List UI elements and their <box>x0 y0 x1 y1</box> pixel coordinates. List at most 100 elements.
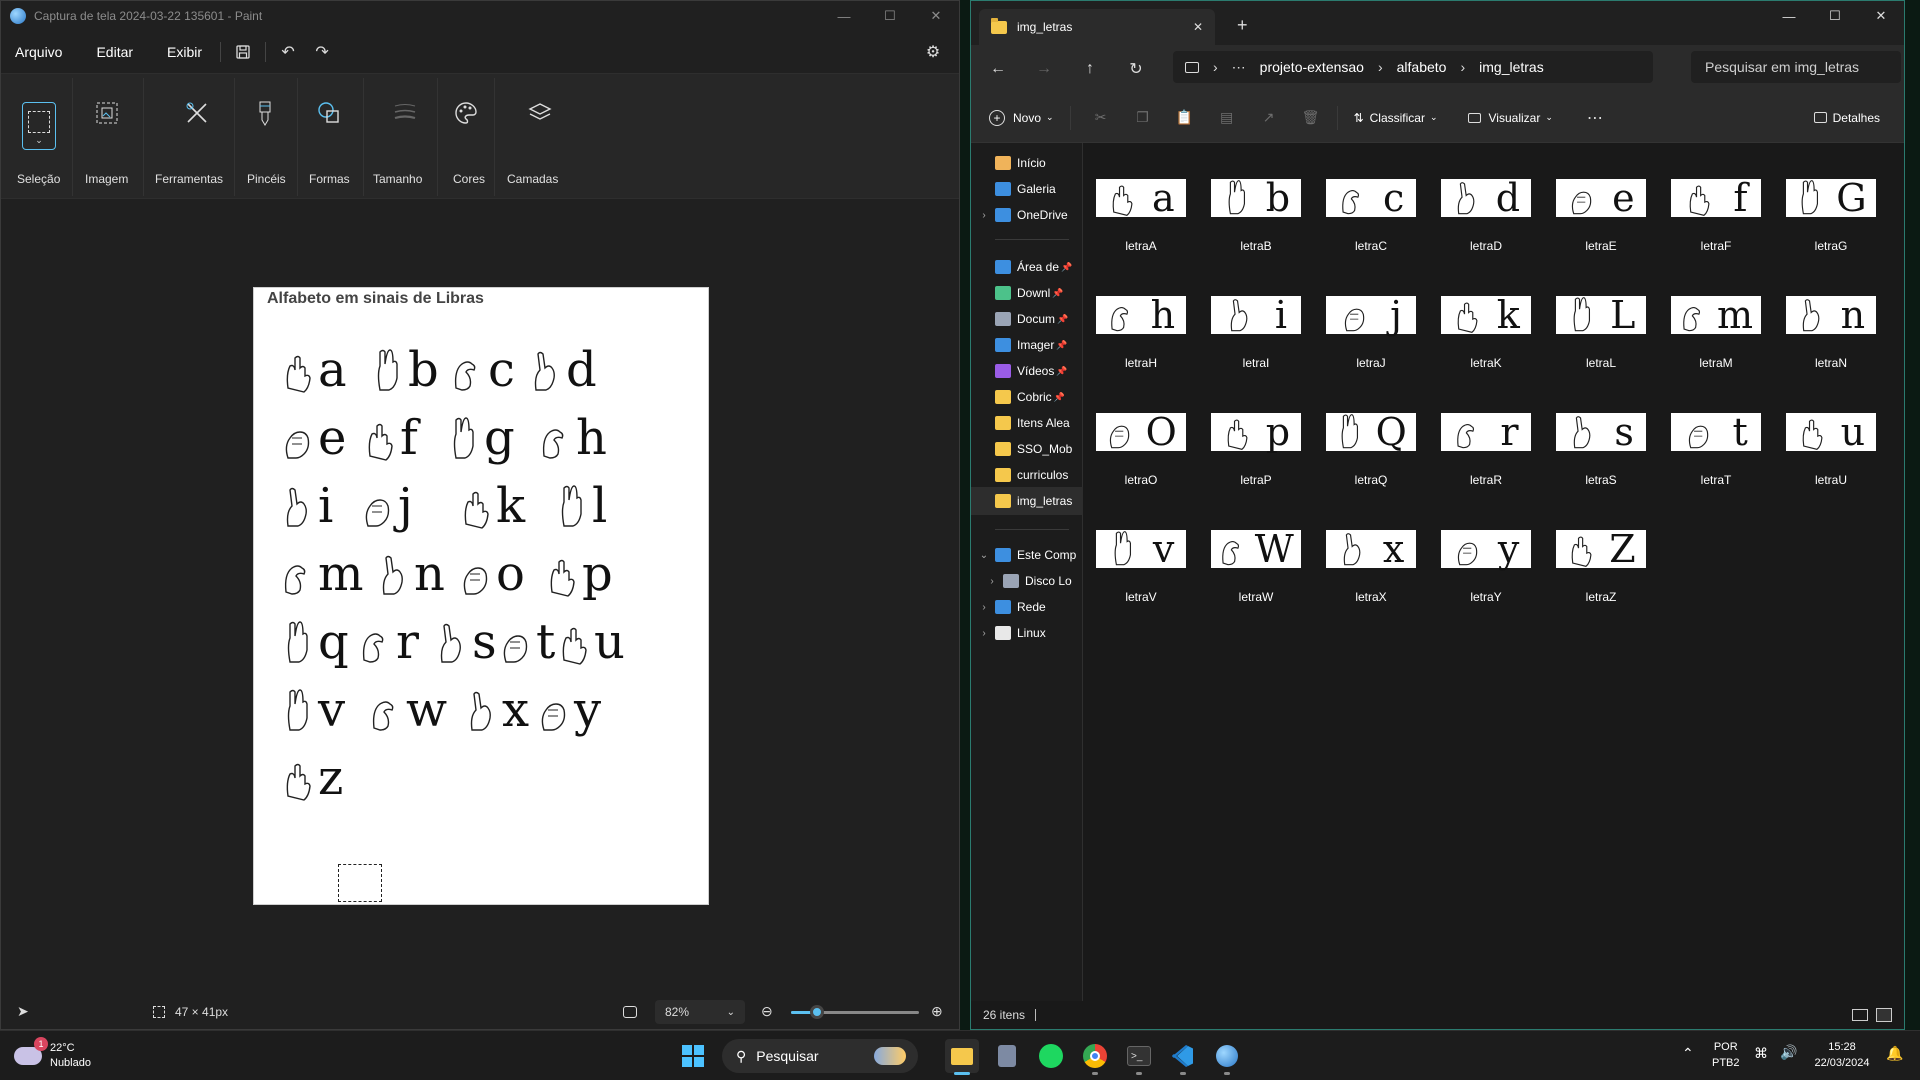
sidebar-item-linux[interactable]: › Linux <box>971 619 1083 647</box>
rename-icon[interactable]: ▤ <box>1215 106 1239 130</box>
sort-button[interactable]: ⇅ Classificar ⌄ <box>1354 111 1438 125</box>
file-item[interactable]: e letraE <box>1553 151 1649 253</box>
file-item[interactable]: y letraY <box>1438 502 1534 604</box>
terminal-icon[interactable]: >_ <box>1122 1039 1156 1075</box>
file-item[interactable]: x letraX <box>1323 502 1419 604</box>
ribbon-selecao[interactable]: ⌄ Seleção <box>17 74 61 200</box>
sidebar-item-rede[interactable]: › Rede <box>971 593 1083 621</box>
wifi-icon[interactable]: ⌘ <box>1754 1045 1768 1062</box>
search-input[interactable]: Pesquisar em img_letras <box>1691 51 1901 83</box>
file-item[interactable]: p letraP <box>1208 385 1304 487</box>
sidebar-item-sso-mob[interactable]: SSO_Mob <box>971 435 1083 463</box>
sidebar-item-curriculos[interactable]: curriculos <box>971 461 1083 489</box>
menu-exibir[interactable]: Exibir <box>157 44 212 60</box>
sidebar-item-onedrive[interactable]: › OneDrive <box>971 201 1083 229</box>
address-bar[interactable]: › ⋯ projeto-extensao › alfabeto › img_le… <box>1173 51 1653 83</box>
ribbon-camadas[interactable]: Camadas <box>505 74 558 200</box>
paint-canvas-area[interactable]: Alfabeto em sinais de Libras abcdefghijk… <box>1 199 959 996</box>
close-button[interactable]: ✕ <box>913 1 959 31</box>
ribbon-cores[interactable]: Cores <box>451 74 485 200</box>
clock[interactable]: 15:28 22/03/2024 <box>1810 1039 1874 1071</box>
forward-arrow-icon[interactable]: → <box>1023 51 1065 87</box>
fit-view-icon[interactable] <box>623 1005 637 1018</box>
file-item[interactable]: h letraH <box>1093 268 1189 370</box>
delete-icon[interactable]: 🗑 <box>1299 106 1323 130</box>
tab-close-icon[interactable]: ✕ <box>1193 20 1203 34</box>
start-button[interactable] <box>676 1039 710 1073</box>
chrome-icon[interactable] <box>1078 1039 1112 1075</box>
maximize-button[interactable]: ☐ <box>1812 1 1858 31</box>
settings-gear-icon[interactable]: ⚙ <box>919 38 947 66</box>
chevron-icon[interactable]: › <box>985 576 999 587</box>
paint-taskbar-icon[interactable] <box>1210 1039 1244 1075</box>
details-view-icon[interactable] <box>1852 1009 1868 1021</box>
file-item[interactable]: a letraA <box>1093 151 1189 253</box>
file-item[interactable]: j letraJ <box>1323 268 1419 370</box>
sidebar-item-docum[interactable]: Docum 📌 <box>971 305 1083 333</box>
menu-editar[interactable]: Editar <box>86 44 143 60</box>
paste-icon[interactable]: 📋 <box>1173 106 1197 130</box>
redo-icon[interactable]: ↷ <box>308 38 336 66</box>
sidebar-item-este-comp[interactable]: ⌄ Este Comp <box>971 541 1083 569</box>
sidebar-item-img-letras[interactable]: img_letras <box>971 487 1083 515</box>
sidebar-item-itens-alea[interactable]: Itens Alea <box>971 409 1083 437</box>
taskbar-search[interactable]: ⚲ Pesquisar <box>722 1039 918 1073</box>
large-icons-view-icon[interactable] <box>1876 1008 1892 1022</box>
ribbon-pinceis[interactable]: Pincéis <box>245 74 286 200</box>
cut-icon[interactable]: ✂ <box>1089 106 1113 130</box>
back-arrow-icon[interactable]: ← <box>977 51 1019 87</box>
document-canvas[interactable]: Alfabeto em sinais de Libras abcdefghijk… <box>253 287 709 905</box>
file-item[interactable]: c letraC <box>1323 151 1419 253</box>
sidebar-item-cobric[interactable]: Cobric 📌 <box>971 383 1083 411</box>
file-item[interactable]: k letraK <box>1438 268 1534 370</box>
file-item[interactable]: OletraO <box>1093 385 1189 487</box>
chevron-icon[interactable]: ⌄ <box>977 550 991 561</box>
file-item[interactable]: WletraW <box>1208 502 1304 604</box>
sidebar-item-galeria[interactable]: Galeria <box>971 175 1083 203</box>
zoom-slider[interactable] <box>791 1005 919 1019</box>
sidebar-item-v-deos[interactable]: Vídeos 📌 <box>971 357 1083 385</box>
sidebar-item-disco-lo[interactable]: › Disco Lo <box>971 567 1083 595</box>
view-button[interactable]: Visualizar ⌄ <box>1467 111 1553 125</box>
undo-icon[interactable]: ↶ <box>274 38 302 66</box>
chevron-icon[interactable]: › <box>977 210 991 221</box>
file-item[interactable]: LletraL <box>1553 268 1649 370</box>
menu-arquivo[interactable]: Arquivo <box>5 44 72 60</box>
ribbon-tamanho[interactable]: Tamanho <box>373 74 427 200</box>
file-item[interactable]: t letraT <box>1668 385 1764 487</box>
breadcrumb-item[interactable]: alfabeto <box>1397 59 1447 75</box>
vscode-icon[interactable] <box>1166 1039 1200 1075</box>
chevron-icon[interactable]: › <box>977 602 991 613</box>
file-item[interactable]: QletraQ <box>1323 385 1419 487</box>
up-arrow-icon[interactable]: ↑ <box>1069 51 1111 87</box>
file-item[interactable]: v letraV <box>1093 502 1189 604</box>
sidebar-item-downl[interactable]: Downl 📌 <box>971 279 1083 307</box>
file-item[interactable]: GletraG <box>1783 151 1879 253</box>
file-item[interactable]: ZletraZ <box>1553 502 1649 604</box>
calculator-icon[interactable] <box>990 1039 1024 1073</box>
zoom-slider-thumb[interactable] <box>810 1005 825 1019</box>
weather-widget[interactable]: 1 22°C Nublado <box>14 1037 91 1073</box>
zoom-out-icon[interactable]: ⊖ <box>761 1003 773 1020</box>
explorer-tab[interactable]: img_letras ✕ <box>979 9 1215 45</box>
close-button[interactable]: ✕ <box>1858 1 1904 31</box>
minimize-button[interactable]: — <box>1766 1 1812 31</box>
more-options-icon[interactable]: ⋯ <box>1587 108 1603 128</box>
sidebar-item-imager[interactable]: Imager 📌 <box>971 331 1083 359</box>
language-indicator[interactable]: POR PTB2 <box>1712 1039 1740 1071</box>
maximize-button[interactable]: ☐ <box>867 1 913 31</box>
sidebar-item-in-cio[interactable]: Início <box>971 149 1083 177</box>
save-icon[interactable] <box>229 38 257 66</box>
file-item[interactable]: u letraU <box>1783 385 1879 487</box>
file-item[interactable]: d letraD <box>1438 151 1534 253</box>
sidebar-item--rea-de[interactable]: Área de 📌 <box>971 253 1083 281</box>
share-icon[interactable]: ↗ <box>1257 106 1281 130</box>
minimize-button[interactable]: — <box>821 1 867 31</box>
file-explorer-taskbar-icon[interactable] <box>945 1039 979 1075</box>
file-item[interactable]: s letraS <box>1553 385 1649 487</box>
chevron-icon[interactable]: › <box>977 628 991 639</box>
new-button[interactable]: + Novo ⌄ <box>989 109 1054 126</box>
breadcrumb-item[interactable]: img_letras <box>1479 59 1544 75</box>
ribbon-ferramentas[interactable]: Ferramentas <box>151 74 223 200</box>
selection-rectangle[interactable] <box>338 864 382 902</box>
